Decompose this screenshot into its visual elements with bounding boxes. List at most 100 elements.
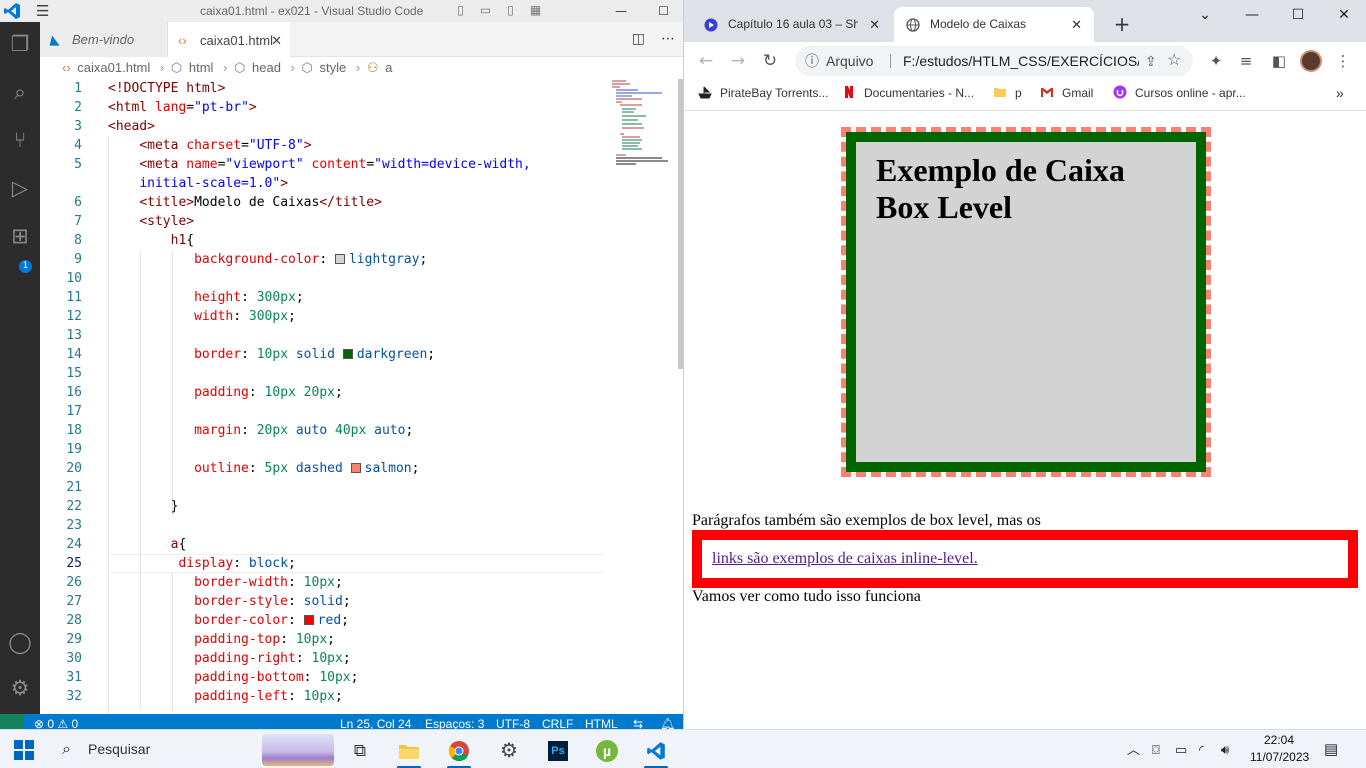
- code-line[interactable]: 10: [40, 269, 683, 288]
- chrome-maximize-button[interactable]: ☐: [1275, 0, 1321, 30]
- close-tab-icon[interactable]: ✕: [869, 7, 880, 42]
- code-line[interactable]: 16 padding: 10px 20px;: [40, 383, 683, 402]
- reload-icon[interactable]: ↻: [756, 48, 784, 74]
- code-line[interactable]: 26 border-width: 10px;: [40, 573, 683, 592]
- code-line[interactable]: 28 border-color: red;: [40, 611, 683, 630]
- bookmark-piratebay[interactable]: PirateBay Torrents...: [698, 80, 829, 111]
- battery-icon[interactable]: ▭: [1175, 730, 1187, 768]
- code-line[interactable]: 5 <meta name="viewport" content="width=d…: [40, 155, 683, 174]
- code-line[interactable]: 8 h1{: [40, 231, 683, 250]
- code-line[interactable]: 12 width: 300px;: [40, 307, 683, 326]
- code-line[interactable]: 27 border-style: solid;: [40, 592, 683, 611]
- code-line[interactable]: 1 <!DOCTYPE html>: [40, 79, 683, 98]
- file-explorer-icon[interactable]: [389, 733, 429, 768]
- breadcrumb-item[interactable]: style: [320, 60, 347, 75]
- side-panel-icon[interactable]: ◧: [1266, 48, 1292, 74]
- breadcrumb-item[interactable]: head: [252, 60, 281, 75]
- manage-gear-icon[interactable]: ⚙: [0, 668, 40, 708]
- code-line[interactable]: 2 <html lang="pt-br">: [40, 98, 683, 117]
- tab-welcome[interactable]: ◣ Bem-vindo: [40, 22, 168, 57]
- color-swatch-icon[interactable]: [342, 349, 353, 359]
- extensions-icon[interactable]: ⊞: [0, 216, 40, 256]
- language-mode[interactable]: HTML: [585, 714, 618, 729]
- volume-icon[interactable]: 🔊︎: [1221, 730, 1229, 768]
- notifications-icon[interactable]: ▤: [1324, 730, 1338, 768]
- chrome-close-button[interactable]: ✕: [1321, 0, 1366, 30]
- share-icon[interactable]: ⇪: [1145, 46, 1157, 76]
- breadcrumb-item[interactable]: a: [385, 60, 392, 75]
- code-line[interactable]: 24 a{: [40, 535, 683, 554]
- more-actions-icon[interactable]: ⋯: [661, 22, 675, 57]
- encoding-setting[interactable]: UTF-8: [496, 714, 530, 729]
- toggle-panel-icon[interactable]: ▭: [477, 1, 494, 19]
- vscode-minimize-button[interactable]: —: [598, 0, 644, 22]
- page-link[interactable]: links são exemplos de caixas inline-leve…: [712, 550, 978, 567]
- source-control-icon[interactable]: ⑂: [0, 120, 40, 160]
- info-icon[interactable]: ⓘ: [805, 46, 819, 76]
- address-bar[interactable]: ⓘ Arquivo F:/estudos/HTLM_CSS/EXERCÍCIOS…: [795, 46, 1193, 76]
- chrome-tab-modelo-de-caixas[interactable]: Modelo de Caixas ✕: [894, 7, 1094, 42]
- chrome-minimize-button[interactable]: —: [1229, 0, 1275, 30]
- code-line[interactable]: 7 <style>: [40, 212, 683, 231]
- account-icon[interactable]: ◯: [0, 622, 40, 662]
- tab-search-chevron-icon[interactable]: ⌄: [1182, 0, 1228, 30]
- split-editor-icon[interactable]: ◫: [632, 22, 645, 57]
- minimap[interactable]: [612, 79, 672, 169]
- menu-hamburger-icon[interactable]: ☰: [36, 3, 54, 19]
- bookmark-folder-p[interactable]: p: [993, 80, 1022, 111]
- code-line[interactable]: 21: [40, 478, 683, 497]
- indentation-setting[interactable]: Espaços: 3: [425, 714, 484, 729]
- close-tab-icon[interactable]: ✕: [1071, 7, 1082, 42]
- run-debug-icon[interactable]: ▷: [0, 168, 40, 208]
- media-control-icon[interactable]: ≡: [1233, 48, 1259, 74]
- code-line[interactable]: 17: [40, 402, 683, 421]
- more-bookmarks-chevron-icon[interactable]: »: [1336, 80, 1344, 111]
- close-tab-icon[interactable]: ✕: [271, 23, 282, 58]
- breadcrumb-item[interactable]: caixa01.html: [77, 60, 150, 75]
- code-line[interactable]: 25 display: block;: [40, 554, 683, 573]
- photoshop-icon[interactable]: Ps: [538, 733, 578, 768]
- utorrent-icon[interactable]: µ: [587, 733, 627, 768]
- bookmark-gmail[interactable]: Gmail: [1040, 80, 1093, 111]
- tab-caixa01[interactable]: ‹› caixa01.html ✕: [168, 22, 290, 57]
- code-line[interactable]: 30 padding-right: 10px;: [40, 649, 683, 668]
- chrome-menu-icon[interactable]: ⋮: [1330, 48, 1356, 74]
- url-text[interactable]: F:/estudos/HTLM_CSS/EXERCÍCIOS/...: [903, 46, 1139, 76]
- color-swatch-icon[interactable]: [303, 615, 314, 625]
- code-line[interactable]: 4 <meta charset="UTF-8">: [40, 136, 683, 155]
- show-hidden-icons-chevron-icon[interactable]: ︿: [1127, 730, 1140, 768]
- code-line[interactable]: 31 padding-bottom: 10px;: [40, 668, 683, 687]
- system-clock[interactable]: 22:04 11/07/2023: [1250, 732, 1309, 766]
- new-tab-plus-icon[interactable]: +: [1108, 7, 1136, 42]
- customize-layout-icon[interactable]: ▦: [527, 1, 544, 19]
- bookmark-documentaries[interactable]: Documentaries - N...: [842, 80, 974, 111]
- meet-now-icon[interactable]: ⌼: [1152, 730, 1160, 768]
- live-share-icon[interactable]: ⇆: [633, 714, 643, 729]
- chrome-tab-youtube[interactable]: Capítulo 16 aula 03 – Shor ✕: [692, 7, 892, 42]
- color-swatch-icon[interactable]: [350, 463, 361, 473]
- explorer-icon[interactable]: ❐: [0, 24, 40, 64]
- vscode-taskbar-icon[interactable]: [636, 733, 676, 768]
- forward-arrow-icon[interactable]: →: [724, 48, 752, 74]
- code-line[interactable]: initial-scale=1.0">: [40, 174, 683, 193]
- code-line[interactable]: 23: [40, 516, 683, 535]
- chrome-taskbar-icon[interactable]: [439, 733, 479, 768]
- task-view-icon[interactable]: ⧉: [340, 733, 380, 768]
- code-line[interactable]: 13: [40, 326, 683, 345]
- code-editor[interactable]: 1 <!DOCTYPE html> 2 <html lang="pt-br"> 3 <he…: [40, 79, 683, 714]
- search-icon[interactable]: ⌕: [0, 72, 40, 112]
- bookmark-star-icon[interactable]: ☆: [1167, 46, 1181, 76]
- notifications-bell-icon[interactable]: 🔔︎: [660, 714, 675, 729]
- cursor-position[interactable]: Ln 25, Col 24: [340, 714, 411, 729]
- wifi-icon[interactable]: ◜: [1199, 730, 1204, 768]
- code-line[interactable]: 19: [40, 440, 683, 459]
- back-arrow-icon[interactable]: ←: [692, 48, 720, 74]
- toggle-primary-sidebar-icon[interactable]: ▯: [452, 1, 469, 19]
- eol-setting[interactable]: CRLF: [542, 714, 573, 729]
- windows-start-icon[interactable]: [14, 740, 34, 760]
- bookmark-cursos-online[interactable]: Cursos online - apr...: [1113, 80, 1246, 111]
- problems-indicator[interactable]: ⊗ 0 ⚠ 0: [34, 714, 78, 729]
- code-line[interactable]: 15: [40, 364, 683, 383]
- code-line[interactable]: 32 padding-left: 10px;: [40, 687, 683, 706]
- code-line[interactable]: 6 <title>Modelo de Caixas</title>: [40, 193, 683, 212]
